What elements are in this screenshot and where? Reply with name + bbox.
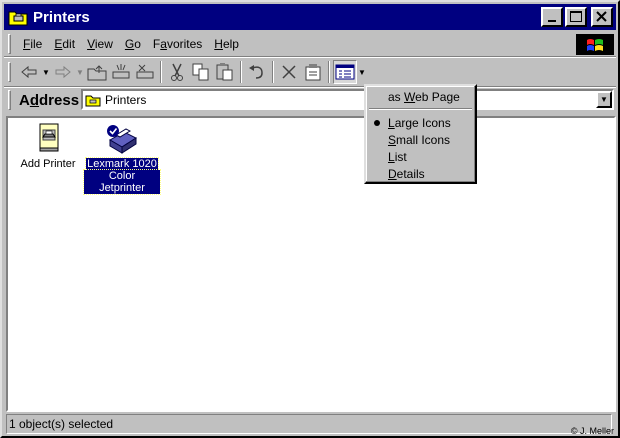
delete-button[interactable]: [277, 60, 301, 84]
folder-view[interactable]: Add Printer Lexmark 1020 Color Jetprinte…: [6, 116, 616, 412]
views-icon: [335, 64, 355, 80]
maximize-icon: [570, 11, 582, 22]
window-title: Printers: [33, 8, 90, 26]
item-label: Color Jetprinter: [83, 169, 161, 195]
forward-dropdown[interactable]: ▼: [75, 60, 85, 84]
chevron-down-icon: ▼: [600, 95, 608, 104]
forward-arrow-icon: [55, 65, 71, 79]
menu-favorites[interactable]: Favorites: [147, 37, 208, 51]
toolbar-grip[interactable]: [8, 62, 11, 82]
selected-bullet-icon: [374, 119, 380, 126]
windows-flag-icon: [587, 38, 603, 51]
menubar-grip[interactable]: [8, 34, 11, 54]
delete-x-icon: [282, 65, 296, 79]
addressbar-grip[interactable]: [8, 90, 11, 110]
cut-button[interactable]: [165, 60, 189, 84]
chevron-down-icon: ▼: [76, 67, 84, 77]
copy-button[interactable]: [189, 60, 213, 84]
map-drive-icon: [112, 64, 130, 79]
undo-button[interactable]: [245, 60, 269, 84]
up-folder-icon: [87, 65, 107, 81]
list-item-add-printer[interactable]: Add Printer: [10, 122, 86, 170]
menu-item-as-web-page[interactable]: as Web Page: [366, 88, 475, 105]
back-arrow-icon: [21, 65, 37, 79]
menu-file[interactable]: File: [17, 37, 48, 51]
disconnect-drive-icon: [136, 64, 154, 79]
scissors-icon: [171, 63, 183, 81]
undo-icon: [249, 65, 263, 79]
title-bar[interactable]: Printers: [4, 4, 616, 30]
printers-folder-icon: [8, 8, 28, 26]
toolbar-divider: [272, 61, 274, 83]
disconnect-drive-button[interactable]: [133, 60, 157, 84]
address-dropdown-button[interactable]: ▼: [596, 91, 612, 108]
forward-button[interactable]: [51, 60, 75, 84]
windows-logo: [576, 34, 614, 55]
minimize-icon: [548, 20, 556, 22]
shared-printer-icon: [84, 122, 160, 158]
properties-button[interactable]: [301, 60, 325, 84]
standard-toolbar: ▼ ▼ ▼: [4, 58, 616, 86]
toolbar-divider: [328, 61, 330, 83]
menu-separator: [369, 108, 472, 110]
address-label: Address: [19, 91, 80, 109]
copyright-text: © J. Meller: [570, 426, 614, 436]
properties-icon: [305, 64, 321, 81]
address-value: Printers: [105, 92, 147, 107]
add-printer-icon: [10, 122, 86, 158]
address-input[interactable]: Printers ▼: [81, 89, 614, 110]
menu-item-details[interactable]: Details: [366, 165, 475, 182]
views-dropdown[interactable]: ▼: [357, 60, 367, 84]
map-drive-button[interactable]: [109, 60, 133, 84]
chevron-down-icon: ▼: [358, 67, 366, 77]
menu-bar: File Edit View Go Favorites Help: [4, 32, 616, 56]
copy-icon: [192, 63, 209, 81]
list-item-lexmark-printer[interactable]: Lexmark 1020 Color Jetprinter: [83, 122, 161, 195]
explorer-window: Printers File Edit View Go Favorites Hel…: [0, 0, 620, 438]
menu-edit[interactable]: Edit: [48, 37, 81, 51]
item-label: Add Printer: [20, 158, 76, 170]
close-button[interactable]: [591, 7, 613, 27]
menu-item-large-icons[interactable]: Large Icons: [366, 114, 475, 131]
menu-go[interactable]: Go: [119, 37, 147, 51]
back-button[interactable]: [17, 60, 41, 84]
menu-item-list[interactable]: List: [366, 148, 475, 165]
views-menu: as Web Page Large Icons Small Icons List…: [364, 84, 477, 184]
printers-folder-icon: [85, 93, 101, 107]
toolbar-divider: [160, 61, 162, 83]
status-bar: 1 object(s) selected: [4, 413, 616, 435]
menu-help[interactable]: Help: [208, 37, 245, 51]
paste-button[interactable]: [213, 60, 237, 84]
toolbar-divider: [240, 61, 242, 83]
status-text: 1 object(s) selected: [9, 417, 114, 431]
status-panel: 1 object(s) selected: [6, 414, 612, 434]
back-dropdown[interactable]: ▼: [41, 60, 51, 84]
menu-view[interactable]: View: [81, 37, 119, 51]
chevron-down-icon: ▼: [42, 67, 50, 77]
close-icon: [596, 11, 607, 22]
minimize-button[interactable]: [541, 7, 563, 27]
paste-icon: [216, 63, 233, 81]
menu-item-small-icons[interactable]: Small Icons: [366, 131, 475, 148]
up-folder-button[interactable]: [85, 60, 109, 84]
address-bar: Address Printers ▼: [4, 88, 616, 112]
views-button[interactable]: [333, 60, 357, 84]
maximize-button[interactable]: [565, 7, 587, 27]
item-label: Lexmark 1020: [85, 157, 159, 171]
